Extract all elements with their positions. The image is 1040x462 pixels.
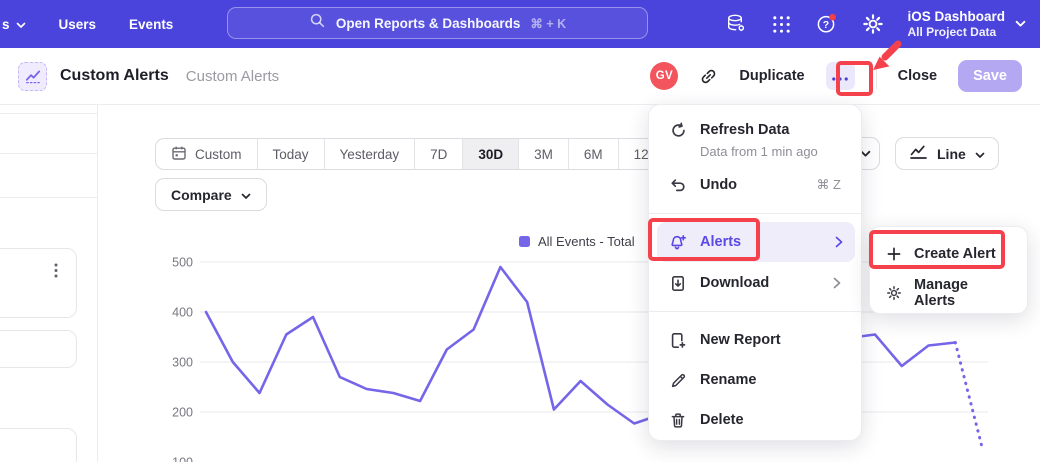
menu-item-download[interactable]: Download [649, 265, 861, 301]
menu-divider [649, 213, 861, 214]
alert-bell-icon [669, 234, 687, 251]
submenu-item-create-alert[interactable]: Create Alert [870, 235, 1027, 273]
date-range-control: Custom Today Yesterday 7D 30D 3M 6M 12M [155, 138, 676, 170]
report-toolbar: Custom Alerts Custom Alerts GV Duplicate… [0, 48, 1040, 105]
chevron-down-icon [241, 187, 251, 203]
search-shortcut: ⌘ + K [530, 16, 566, 31]
chevron-down-icon [975, 146, 985, 162]
plus-icon [886, 247, 902, 261]
settings-gear-icon[interactable] [862, 13, 884, 35]
ellipsis-icon [832, 69, 848, 84]
range-7d[interactable]: 7D [415, 139, 463, 169]
project-title: iOS Dashboard [907, 9, 1005, 25]
svg-text:400: 400 [172, 306, 193, 320]
report-type-icon [18, 62, 47, 91]
range-custom[interactable]: Custom [156, 139, 258, 169]
svg-text:200: 200 [172, 406, 193, 420]
undo-shortcut: ⌘ Z [816, 177, 841, 193]
menu-divider [649, 311, 861, 312]
undo-icon [669, 178, 687, 193]
more-options-button[interactable] [826, 62, 855, 90]
avatar[interactable]: GV [650, 62, 678, 90]
refresh-icon [669, 122, 687, 139]
duplicate-button[interactable]: Duplicate [739, 68, 804, 84]
download-icon [669, 275, 687, 292]
gear-icon [886, 285, 902, 301]
trash-icon [669, 412, 687, 429]
submenu-item-manage-alerts[interactable]: Manage Alerts [870, 275, 1027, 311]
refresh-data-age: Data from 1 min ago [700, 144, 818, 159]
range-3m[interactable]: 3M [519, 139, 569, 169]
report-content: 500 400 300 200 100 All Events - Total [0, 105, 1040, 462]
menu-item-delete[interactable]: Delete [649, 401, 861, 439]
alerts-submenu: Create Alert Manage Alerts [869, 226, 1028, 314]
line-chart-icon [909, 144, 928, 163]
copy-link-icon[interactable] [699, 67, 718, 86]
range-today[interactable]: Today [258, 139, 325, 169]
builder-card[interactable] [0, 248, 77, 318]
legend-swatch [519, 236, 530, 247]
range-6m[interactable]: 6M [569, 139, 619, 169]
legend-label: All Events - Total [538, 234, 635, 249]
chevron-down-icon [1015, 15, 1026, 33]
svg-text:300: 300 [172, 356, 193, 370]
more-options-menu: Refresh Data Data from 1 min ago Undo ⌘ … [648, 104, 862, 441]
nav-item-partial[interactable]: s [2, 17, 26, 32]
svg-text:100: 100 [172, 456, 193, 462]
calendar-icon [171, 145, 187, 164]
page-title: Custom Alerts [60, 67, 169, 85]
range-yesterday[interactable]: Yesterday [325, 139, 416, 169]
pencil-icon [669, 372, 687, 389]
svg-text:500: 500 [172, 256, 193, 270]
top-nav: s Users Events Open Reports & Dashboards… [0, 0, 1040, 48]
compare-button[interactable]: Compare [155, 178, 267, 211]
nav-partial-label: s [2, 17, 10, 32]
apps-grid-icon[interactable] [771, 14, 792, 35]
panel-divider [0, 197, 98, 198]
chart-legend: All Events - Total [519, 234, 635, 249]
new-report-icon [669, 332, 687, 349]
menu-item-new-report[interactable]: New Report [649, 321, 861, 359]
panel-divider [0, 153, 98, 154]
builder-card[interactable] [0, 330, 77, 368]
notification-dot [830, 14, 837, 21]
search-icon [309, 12, 326, 34]
chart-type-dropdown[interactable]: Line [895, 137, 999, 170]
chevron-down-icon [16, 17, 26, 32]
chevron-right-icon [833, 277, 841, 289]
menu-item-rename[interactable]: Rename [649, 361, 861, 399]
save-button[interactable]: Save [958, 60, 1022, 92]
global-search-input[interactable]: Open Reports & Dashboards ⌘ + K [227, 7, 648, 39]
query-builder-panel [0, 105, 98, 462]
search-placeholder: Open Reports & Dashboards [336, 16, 521, 31]
project-subtitle: All Project Data [907, 25, 1005, 39]
breadcrumb: Custom Alerts [186, 68, 279, 85]
kebab-menu-icon[interactable] [54, 263, 58, 283]
builder-card[interactable] [0, 428, 77, 462]
close-button[interactable]: Close [898, 68, 938, 84]
data-management-icon[interactable] [724, 12, 748, 36]
range-30d-selected[interactable]: 30D [463, 139, 519, 169]
help-icon[interactable]: ? [815, 12, 839, 36]
panel-divider [0, 113, 98, 114]
menu-item-refresh-data[interactable]: Refresh Data Data from 1 min ago [649, 113, 861, 159]
svg-text:?: ? [823, 19, 829, 31]
chevron-right-icon [835, 236, 843, 248]
project-selector[interactable]: iOS Dashboard All Project Data [907, 9, 1026, 39]
menu-item-undo[interactable]: Undo ⌘ Z [649, 167, 861, 203]
nav-item-events[interactable]: Events [129, 17, 173, 32]
nav-item-users[interactable]: Users [59, 17, 97, 32]
toolbar-divider [876, 63, 877, 89]
menu-item-alerts[interactable]: Alerts [657, 222, 855, 262]
